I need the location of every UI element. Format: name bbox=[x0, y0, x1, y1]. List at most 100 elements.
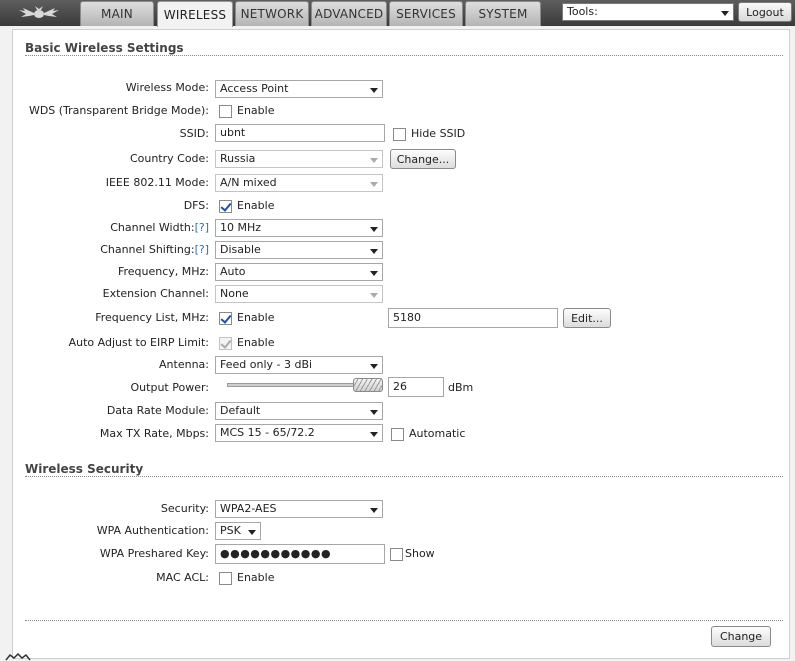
change-country-button[interactable]: Change... bbox=[390, 149, 456, 169]
country-code-select[interactable]: Russia bbox=[215, 150, 383, 168]
hide-ssid-checkbox[interactable] bbox=[393, 128, 406, 141]
tools-select[interactable]: Tools: bbox=[562, 3, 734, 21]
channel-shifting-select[interactable]: Disable bbox=[215, 241, 383, 259]
tab-services[interactable]: SERVICES bbox=[389, 1, 463, 26]
ubiquiti-logo-small bbox=[5, 653, 31, 661]
wpa-authentication-value: PSK bbox=[220, 524, 241, 537]
output-power-value: 26 bbox=[393, 380, 407, 393]
show-key-text: Show bbox=[405, 547, 435, 560]
frequency-label: Frequency, MHz: bbox=[117, 265, 209, 278]
footer-divider bbox=[25, 620, 783, 621]
logout-button[interactable]: Logout bbox=[738, 2, 792, 22]
hide-ssid-text: Hide SSID bbox=[411, 127, 466, 140]
channel-width-label-text: Channel Width: bbox=[110, 221, 195, 234]
extension-channel-label: Extension Channel: bbox=[102, 287, 209, 300]
max-tx-rate-select[interactable]: MCS 15 - 65/72.2 bbox=[215, 424, 383, 442]
change-button-label: Change bbox=[719, 630, 763, 643]
tab-label: MAIN bbox=[101, 7, 133, 21]
automatic-rate-checkbox[interactable] bbox=[391, 428, 404, 441]
tab-label: SERVICES bbox=[396, 7, 456, 21]
ssid-input[interactable]: ubnt bbox=[215, 124, 385, 142]
frequency-list-enable-text: Enable bbox=[237, 311, 275, 324]
max-tx-rate-label: Max TX Rate, Mbps: bbox=[99, 427, 209, 440]
antenna-value: Feed only - 3 dBi bbox=[220, 358, 313, 371]
tab-network[interactable]: NETWORK bbox=[235, 1, 309, 26]
wpa-preshared-key-label: WPA Preshared Key: bbox=[99, 547, 209, 560]
section-divider bbox=[25, 55, 783, 56]
output-power-unit: dBm bbox=[448, 381, 474, 394]
tab-label: WIRELESS bbox=[163, 7, 227, 22]
mac-acl-label: MAC ACL: bbox=[156, 571, 209, 584]
section-divider bbox=[25, 476, 783, 477]
antenna-label: Antenna: bbox=[159, 358, 209, 371]
channel-width-select[interactable]: 10 MHz bbox=[215, 219, 383, 237]
output-power-slider-handle[interactable] bbox=[353, 378, 383, 392]
wireless-mode-value: Access Point bbox=[220, 82, 289, 95]
ieee-mode-select[interactable]: A/N mixed bbox=[215, 174, 383, 192]
frequency-list-value: 5180 bbox=[393, 311, 421, 324]
ubiquiti-logo bbox=[0, 0, 78, 26]
wds-enable-text: Enable bbox=[237, 104, 275, 117]
frequency-list-label: Frequency List, MHz: bbox=[95, 311, 209, 324]
dfs-enable-checkbox[interactable] bbox=[219, 200, 232, 213]
tab-label: NETWORK bbox=[240, 7, 304, 21]
output-power-input[interactable]: 26 bbox=[388, 377, 444, 397]
wireless-mode-select[interactable]: Access Point bbox=[215, 80, 383, 98]
change-country-label: Change... bbox=[396, 152, 450, 166]
tab-label: ADVANCED bbox=[314, 7, 384, 21]
tab-advanced[interactable]: ADVANCED bbox=[311, 1, 387, 26]
security-select[interactable]: WPA2-AES bbox=[215, 500, 383, 518]
tab-main[interactable]: MAIN bbox=[80, 1, 154, 26]
edit-frequency-button[interactable]: Edit... bbox=[563, 308, 611, 328]
frequency-value: Auto bbox=[220, 265, 246, 278]
antenna-select[interactable]: Feed only - 3 dBi bbox=[215, 356, 383, 374]
eirp-label: Auto Adjust to EIRP Limit: bbox=[68, 336, 209, 349]
tab-label: SYSTEM bbox=[478, 7, 528, 21]
extension-channel-select[interactable]: None bbox=[215, 285, 383, 303]
ssid-label: SSID: bbox=[179, 127, 209, 140]
channel-width-label: Channel Width:[?] bbox=[110, 220, 209, 236]
basic-settings-title: Basic Wireless Settings bbox=[25, 41, 184, 55]
eirp-checkbox[interactable] bbox=[219, 337, 232, 350]
output-power-label: Output Power: bbox=[130, 381, 209, 394]
frequency-list-checkbox[interactable] bbox=[219, 312, 232, 325]
tab-wireless[interactable]: WIRELESS bbox=[157, 1, 233, 27]
ieee-mode-label: IEEE 802.11 Mode: bbox=[105, 176, 209, 189]
security-label: Security: bbox=[160, 502, 209, 515]
security-value: WPA2-AES bbox=[220, 502, 277, 515]
frequency-select[interactable]: Auto bbox=[215, 263, 383, 281]
dfs-label: DFS: bbox=[183, 199, 209, 212]
settings-panel: Basic Wireless Settings Wireless Mode: A… bbox=[12, 29, 790, 659]
channel-shifting-label: Channel Shifting:[?] bbox=[100, 242, 209, 258]
wpa-preshared-key-input[interactable]: ●●●●●●●●●●● bbox=[215, 544, 385, 564]
wpa-preshared-key-value: ●●●●●●●●●●● bbox=[220, 547, 332, 560]
eirp-enable-text: Enable bbox=[237, 336, 275, 349]
channel-width-help-link[interactable]: [?] bbox=[195, 221, 209, 234]
max-tx-rate-value: MCS 15 - 65/72.2 bbox=[220, 426, 315, 439]
data-rate-module-select[interactable]: Default bbox=[215, 402, 383, 420]
channel-shifting-value: Disable bbox=[220, 243, 261, 256]
change-button[interactable]: Change bbox=[711, 626, 771, 647]
mac-acl-enable-text: Enable bbox=[237, 571, 275, 584]
tools-select-value: Tools: bbox=[567, 5, 598, 18]
country-code-label: Country Code: bbox=[129, 152, 209, 165]
wds-label: WDS (Transparent Bridge Mode): bbox=[28, 104, 209, 117]
automatic-rate-text: Automatic bbox=[409, 427, 466, 440]
channel-shifting-label-text: Channel Shifting: bbox=[100, 243, 195, 256]
wireless-security-title: Wireless Security bbox=[25, 462, 144, 476]
ieee-mode-value: A/N mixed bbox=[220, 176, 277, 189]
edit-frequency-label: Edit... bbox=[571, 311, 603, 325]
tab-system[interactable]: SYSTEM bbox=[465, 1, 541, 26]
mac-acl-checkbox[interactable] bbox=[219, 572, 232, 585]
wds-enable-checkbox[interactable] bbox=[219, 105, 232, 118]
show-key-checkbox[interactable] bbox=[390, 548, 403, 561]
ssid-value: ubnt bbox=[220, 126, 246, 139]
extension-channel-value: None bbox=[220, 287, 249, 300]
wpa-authentication-select[interactable]: PSK bbox=[215, 522, 261, 540]
logout-label: Logout bbox=[746, 5, 784, 19]
dfs-enable-text: Enable bbox=[237, 199, 275, 212]
channel-shifting-help-link[interactable]: [?] bbox=[195, 243, 209, 256]
top-navigation-bar: MAIN WIRELESS NETWORK ADVANCED SERVICES … bbox=[0, 0, 795, 27]
frequency-list-input[interactable]: 5180 bbox=[388, 308, 558, 328]
wpa-authentication-label: WPA Authentication: bbox=[96, 524, 209, 537]
